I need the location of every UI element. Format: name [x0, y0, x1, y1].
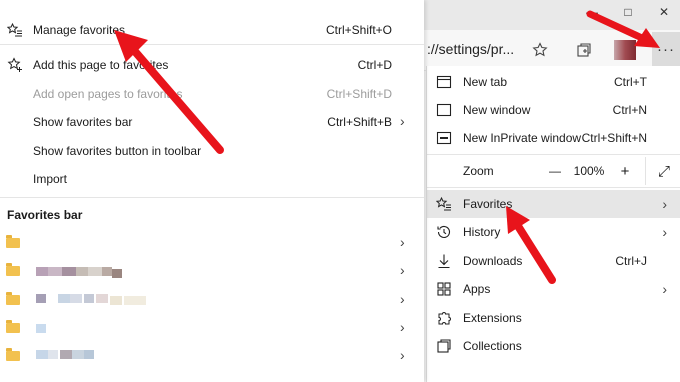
blurred-folder-name — [112, 269, 122, 278]
chevron-right-icon: › — [400, 262, 405, 278]
folder-icon — [6, 348, 20, 361]
profile-avatar[interactable] — [614, 40, 636, 60]
chevron-right-icon: › — [662, 281, 667, 297]
favorites-folder-row[interactable]: › — [0, 229, 424, 257]
show-favorites-bar-item[interactable]: Show favorites bar Ctrl+Shift+B › — [0, 108, 424, 136]
flyout-divider — [0, 44, 424, 45]
chevron-right-icon: › — [400, 234, 405, 250]
download-icon — [435, 252, 453, 270]
menu-item-new-inprivate-window[interactable]: New InPrivate window Ctrl+Shift+N — [427, 124, 680, 152]
zoom-in-button[interactable]: + — [607, 157, 643, 185]
blurred-folder-name — [84, 350, 94, 359]
minimize-button[interactable]: — — [574, 0, 610, 24]
favorites-flyout: Manage favorites Ctrl+Shift+O Add this p… — [0, 0, 424, 382]
maximize-button[interactable]: □ — [610, 0, 646, 24]
chevron-right-icon: › — [400, 113, 405, 129]
new-tab-icon — [435, 73, 453, 91]
extensions-puzzle-icon — [435, 309, 453, 327]
history-icon — [435, 223, 453, 241]
menu-item-new-tab[interactable]: New tab Ctrl+T — [427, 68, 680, 96]
new-window-icon — [435, 101, 453, 119]
folder-icon — [6, 235, 20, 248]
menu-item-downloads[interactable]: Downloads Ctrl+J — [427, 247, 680, 275]
blurred-folder-name — [48, 267, 62, 276]
blurred-folder-name — [36, 324, 46, 333]
favorites-folder-row[interactable]: › — [0, 286, 424, 314]
folder-icon — [6, 292, 20, 305]
blurred-folder-name — [84, 294, 94, 303]
collections-icon[interactable] — [572, 38, 596, 62]
folder-icon — [6, 263, 20, 276]
blurred-folder-name — [88, 267, 102, 276]
add-page-to-favorites-item[interactable]: Add this page to favorites Ctrl+D — [0, 51, 424, 79]
chevron-right-icon: › — [400, 347, 405, 363]
chevron-right-icon: › — [662, 196, 667, 212]
blurred-folder-name — [72, 350, 84, 359]
manage-favorites-item[interactable]: Manage favorites Ctrl+Shift+O — [0, 16, 424, 44]
collections-icon — [435, 337, 453, 355]
zoom-row: Zoom — 100% + ⤢ — [427, 157, 680, 185]
blurred-folder-name — [70, 294, 82, 303]
blurred-folder-name — [62, 267, 76, 276]
menu-divider — [427, 154, 680, 155]
menu-item-history[interactable]: History › — [427, 218, 680, 246]
blurred-folder-name — [36, 294, 46, 303]
blurred-folder-name — [36, 350, 48, 359]
menu-item-favorites[interactable]: Favorites › — [427, 190, 680, 218]
zoom-out-button[interactable]: — — [537, 157, 573, 185]
favorites-bar-heading: Favorites bar — [7, 208, 83, 222]
fullscreen-button[interactable]: ⤢ — [645, 157, 680, 185]
blurred-folder-name — [76, 267, 88, 276]
address-bar: ://settings/pr... ··· — [424, 30, 680, 71]
chevron-right-icon: › — [662, 224, 667, 240]
blurred-folder-name — [36, 267, 48, 276]
favorites-star-list-icon — [435, 195, 453, 213]
blurred-folder-name — [110, 296, 122, 305]
folder-icon — [6, 320, 20, 333]
star-list-icon — [6, 21, 24, 39]
star-add-icon — [6, 56, 24, 74]
blurred-folder-name — [96, 294, 108, 303]
add-open-pages-item: Add open pages to favorites Ctrl+Shift+D — [33, 87, 392, 101]
chevron-right-icon: › — [400, 319, 405, 335]
blurred-folder-name — [58, 294, 70, 303]
favorite-star-icon[interactable] — [528, 38, 552, 62]
zoom-level: 100% — [573, 164, 605, 178]
menu-item-collections[interactable]: Collections — [427, 332, 680, 360]
chevron-right-icon: › — [400, 291, 405, 307]
blurred-folder-name — [102, 267, 112, 276]
flyout-divider — [0, 197, 424, 198]
show-favorites-button-item[interactable]: Show favorites button in toolbar — [0, 137, 424, 165]
blurred-folder-name — [48, 350, 58, 359]
menu-item-extensions[interactable]: Extensions — [427, 304, 680, 332]
blurred-folder-name — [124, 296, 146, 305]
settings-menu: New tab Ctrl+T New window Ctrl+N New InP… — [426, 66, 680, 382]
menu-item-new-window[interactable]: New window Ctrl+N — [427, 96, 680, 124]
favorites-folder-row[interactable]: › — [0, 314, 424, 342]
menu-divider — [427, 187, 680, 188]
settings-and-more-button[interactable]: ··· — [652, 32, 680, 66]
menu-item-apps[interactable]: Apps › — [427, 275, 680, 303]
favorites-folder-row[interactable]: › — [0, 257, 424, 285]
close-button[interactable]: ✕ — [646, 0, 680, 24]
blurred-folder-name — [60, 350, 72, 359]
favorites-folder-row[interactable]: › — [0, 342, 424, 370]
apps-icon — [435, 280, 453, 298]
import-item[interactable]: Import — [0, 165, 424, 193]
url-text[interactable]: ://settings/pr... — [427, 41, 514, 57]
inprivate-icon — [435, 129, 453, 147]
